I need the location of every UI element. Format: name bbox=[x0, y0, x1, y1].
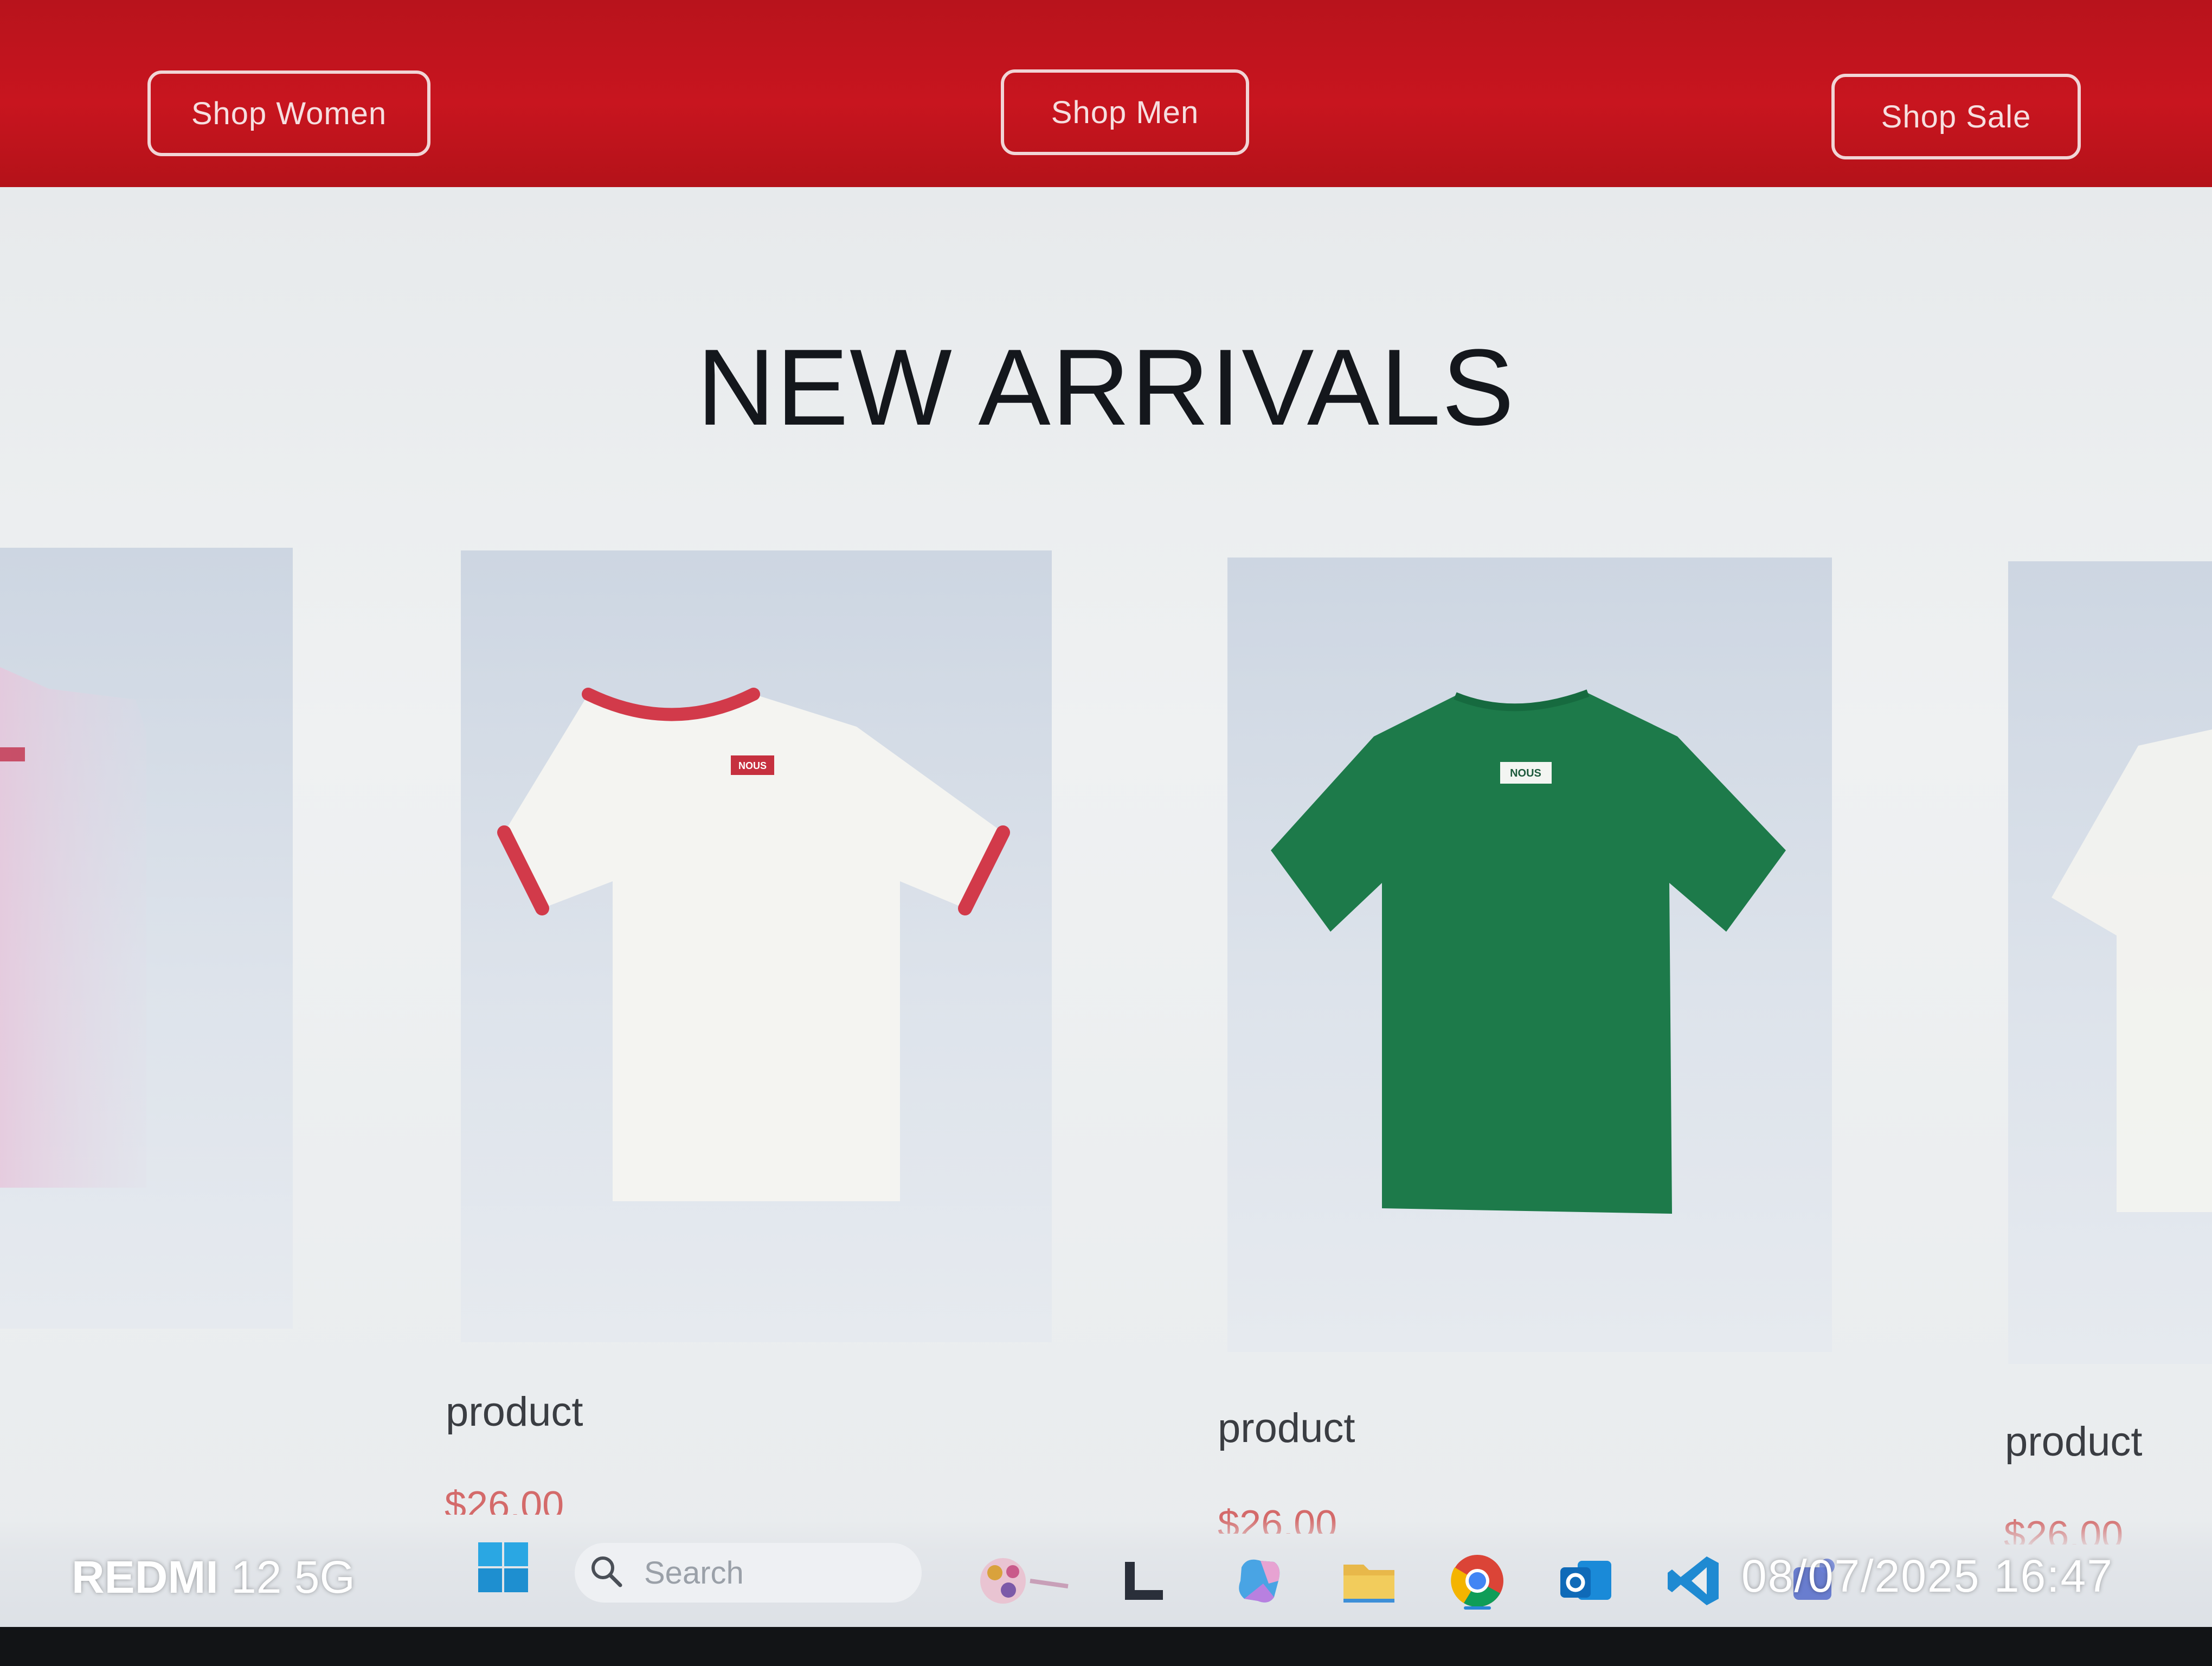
shop-men-button[interactable]: Shop Men bbox=[1001, 69, 1249, 155]
product-image-white-ringer-tshirt[interactable]: NOUS bbox=[461, 550, 1052, 1342]
widgets-icon[interactable] bbox=[970, 1551, 1079, 1611]
product-name[interactable]: product bbox=[2005, 1418, 2143, 1465]
section-title: NEW ARRIVALS bbox=[697, 327, 1515, 448]
tshirt-logo-label: NOUS bbox=[1510, 767, 1541, 779]
search-placeholder: Search bbox=[644, 1555, 744, 1591]
camera-watermark-brand: REDMI 12 5G bbox=[72, 1551, 355, 1604]
shop-women-button[interactable]: Shop Women bbox=[147, 71, 430, 156]
windows-start-icon[interactable] bbox=[476, 1540, 530, 1594]
outlook-icon[interactable] bbox=[1556, 1551, 1616, 1611]
vscode-icon[interactable] bbox=[1664, 1551, 1724, 1611]
hero-banner: Shop Women Shop Men Shop Sale bbox=[0, 0, 2212, 187]
copilot-icon[interactable] bbox=[1231, 1551, 1290, 1611]
product-name[interactable]: product bbox=[1218, 1405, 1355, 1452]
product-image-green-tshirt[interactable]: NOUS bbox=[1227, 558, 1832, 1352]
product-price: $26.00 bbox=[445, 1484, 564, 1515]
app-icon[interactable] bbox=[1114, 1551, 1174, 1611]
taskbar-search-input[interactable]: Search bbox=[575, 1543, 922, 1603]
camera-watermark-datetime: 08/07/2025 16:47 bbox=[1741, 1550, 2113, 1601]
product-image-pink-tshirt[interactable] bbox=[0, 548, 293, 1329]
shop-sale-button[interactable]: Shop Sale bbox=[1831, 74, 2081, 159]
camera-brand-text: REDMI bbox=[72, 1552, 218, 1603]
tshirt-logo-label: NOUS bbox=[738, 760, 767, 771]
file-explorer-icon[interactable] bbox=[1339, 1551, 1399, 1611]
search-icon bbox=[588, 1553, 626, 1593]
monitor-bezel bbox=[0, 1627, 2212, 1666]
chrome-icon[interactable] bbox=[1448, 1551, 1507, 1611]
camera-model-text: 12 5G bbox=[231, 1552, 355, 1603]
product-name[interactable]: product bbox=[446, 1388, 583, 1436]
product-image-white-tshirt[interactable] bbox=[2008, 561, 2212, 1364]
